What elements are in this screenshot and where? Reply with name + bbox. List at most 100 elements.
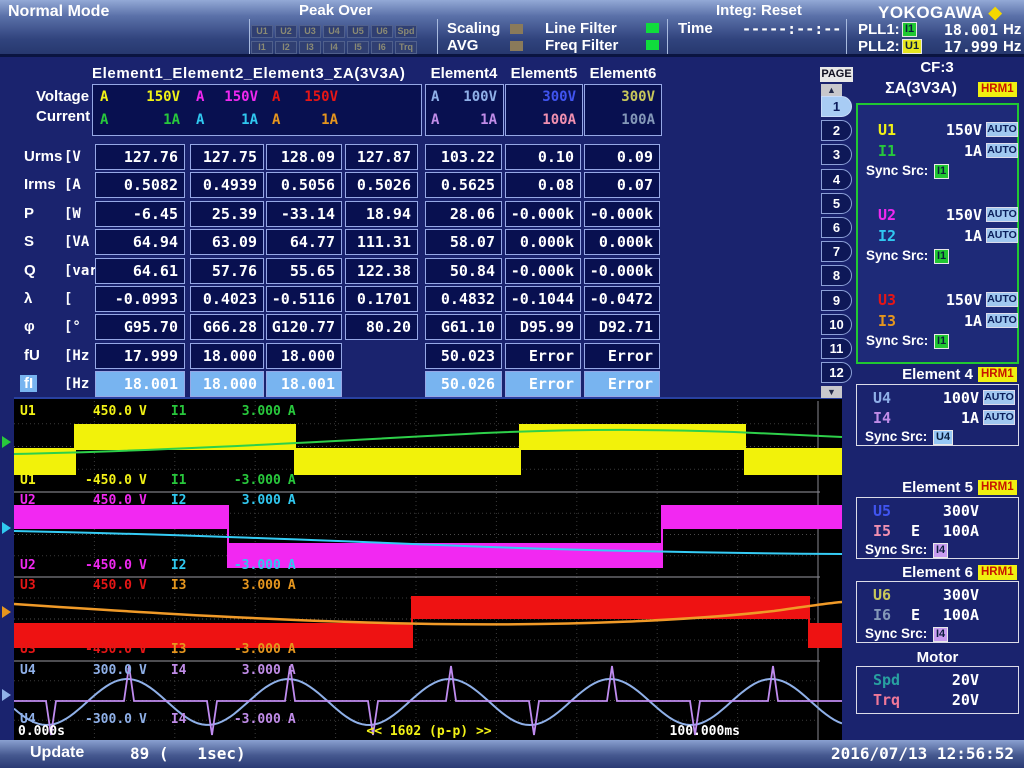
wave-i-unit: A bbox=[288, 578, 296, 593]
table-cell: 127.76 bbox=[95, 144, 185, 170]
table-cell: 25.39 bbox=[190, 201, 264, 227]
voltage-range: 300V bbox=[542, 89, 576, 105]
wave-u-unit: V bbox=[139, 663, 147, 678]
update-count: 89 ( 1sec) bbox=[130, 744, 246, 763]
channel-range: 150V bbox=[894, 121, 982, 139]
table-cell: G120.77 bbox=[266, 314, 342, 340]
trace-u1 bbox=[745, 448, 842, 475]
channel-range: 100A bbox=[893, 606, 979, 624]
current-range: 1A bbox=[163, 112, 180, 128]
peak-over-indicator: I3 bbox=[299, 41, 321, 54]
avg-label: AVG bbox=[447, 37, 478, 54]
wave-u-scale: -450.0 bbox=[54, 473, 132, 488]
wave-label-row: U2-450.0VI2-3.000A bbox=[20, 558, 296, 573]
voltage-label: Voltage bbox=[36, 88, 89, 105]
trace-u1 bbox=[295, 448, 520, 475]
wiring-prefix-current: A bbox=[272, 112, 280, 128]
wave-i-unit: A bbox=[288, 642, 296, 657]
table-cell: 0.000k bbox=[505, 229, 581, 255]
row-label-P: P bbox=[24, 205, 34, 222]
page-down-button[interactable]: ▼ bbox=[821, 386, 842, 398]
page-tab-5[interactable]: 5 bbox=[821, 193, 852, 214]
page-tab-12[interactable]: 12 bbox=[821, 362, 852, 383]
table-cell: 18.000 bbox=[266, 343, 342, 369]
wave-i-scale: -3.000 bbox=[201, 558, 281, 573]
sync-src-badge: I1 bbox=[934, 164, 949, 179]
wave-u-unit: V bbox=[139, 404, 147, 419]
trigger-marker-u4-icon bbox=[2, 689, 11, 701]
wave-i-name: I4 bbox=[171, 712, 201, 727]
wave-i-scale: -3.000 bbox=[201, 712, 281, 727]
trace-u3 bbox=[809, 623, 842, 648]
channel-range: 150V bbox=[894, 291, 982, 309]
wave-i-name: I1 bbox=[171, 404, 201, 419]
wave-u-name: U2 bbox=[20, 493, 54, 508]
table-cell: -0.000k bbox=[584, 258, 660, 284]
wave-u-scale: -450.0 bbox=[54, 558, 132, 573]
row-label-fU: fU bbox=[24, 347, 40, 364]
wave-i-name: I3 bbox=[171, 642, 201, 657]
table-cell: 64.77 bbox=[266, 229, 342, 255]
bottom-status-bar: Update 89 ( 1sec) 2016/07/13 12:56:52 bbox=[0, 740, 1024, 768]
wave-i-scale: 3.000 bbox=[201, 404, 281, 419]
divider bbox=[437, 19, 438, 54]
scaling-indicator-led bbox=[510, 24, 523, 34]
table-cell: 0.4023 bbox=[190, 286, 264, 312]
table-cell: 63.09 bbox=[190, 229, 264, 255]
table-cell: 103.22 bbox=[425, 144, 502, 170]
channel-range: 1A bbox=[894, 142, 982, 160]
range-config-element5: 300V100A bbox=[505, 84, 583, 136]
wave-label-row: U3-450.0VI3-3.000A bbox=[20, 642, 296, 657]
page-tab-8[interactable]: 8 bbox=[821, 265, 852, 286]
current-label: Current bbox=[36, 108, 90, 125]
page-tab-1[interactable]: 1 bbox=[821, 96, 852, 117]
voltage-range: 150V bbox=[224, 89, 258, 105]
page-tab-3[interactable]: 3 bbox=[821, 144, 852, 165]
peak-over-indicator: I4 bbox=[323, 41, 345, 54]
peak-to-peak-readout: << 1602 (p-p) >> bbox=[344, 724, 514, 739]
trace-u2 bbox=[662, 505, 842, 529]
table-cell: D92.71 bbox=[584, 314, 660, 340]
channel-name: I4 bbox=[873, 409, 891, 427]
page-tab-6[interactable]: 6 bbox=[821, 217, 852, 238]
wave-i-name: I4 bbox=[171, 663, 201, 678]
page-tab-2[interactable]: 2 bbox=[821, 120, 852, 141]
wiring-prefix-voltage: A bbox=[431, 89, 439, 105]
table-cell: 0.5082 bbox=[95, 172, 185, 198]
power-analyzer-screen: Normal Mode Peak Over U1U2U3U4U5U6Spd I1… bbox=[0, 0, 1024, 768]
wave-u-name: U3 bbox=[20, 578, 54, 593]
integ-time-value: -----:--:-- bbox=[742, 20, 841, 38]
page-tab-7[interactable]: 7 bbox=[821, 241, 852, 262]
table-cell: 0.07 bbox=[584, 172, 660, 198]
wave-u-scale: 450.0 bbox=[54, 578, 132, 593]
page-tab-11[interactable]: 11 bbox=[821, 338, 852, 359]
peak-over-row-current: I1I2I3I4I5I6Trq bbox=[251, 37, 419, 55]
table-cell: 111.31 bbox=[345, 229, 418, 255]
wave-i-scale: -3.000 bbox=[201, 642, 281, 657]
wave-label-row: U1450.0VI13.000A bbox=[20, 404, 296, 419]
table-cell: 128.09 bbox=[266, 144, 342, 170]
divider bbox=[667, 19, 668, 54]
header-elements-1-3-sigma: Element1_Element2_Element3_ΣA(3V3A) bbox=[92, 65, 405, 82]
element2-range: A150VA1A bbox=[191, 85, 263, 135]
table-cell: 0.08 bbox=[505, 172, 581, 198]
wave-label-row: U1-450.0VI1-3.000A bbox=[20, 473, 296, 488]
page-up-button[interactable]: ▲ bbox=[821, 84, 842, 96]
wave-i-name: I2 bbox=[171, 493, 201, 508]
scaling-label: Scaling bbox=[447, 20, 500, 37]
element3-range: A150VA1A bbox=[267, 85, 343, 135]
sync-src-badge: U4 bbox=[933, 430, 953, 445]
table-cell: -0.000k bbox=[505, 258, 581, 284]
table-cell: Error bbox=[584, 371, 660, 397]
wave-i-unit: A bbox=[288, 473, 296, 488]
wave-u-scale: -450.0 bbox=[54, 642, 132, 657]
table-cell: D95.99 bbox=[505, 314, 581, 340]
channel-range: 300V bbox=[893, 586, 979, 604]
page-tab-4[interactable]: 4 bbox=[821, 169, 852, 190]
sync-src-badge: I4 bbox=[933, 627, 948, 642]
line-filter-label: Line Filter bbox=[545, 20, 617, 37]
table-cell: 17.999 bbox=[95, 343, 185, 369]
channel-range: 1A bbox=[894, 227, 982, 245]
page-tab-9[interactable]: 9 bbox=[821, 290, 852, 311]
page-tab-10[interactable]: 10 bbox=[821, 314, 852, 335]
